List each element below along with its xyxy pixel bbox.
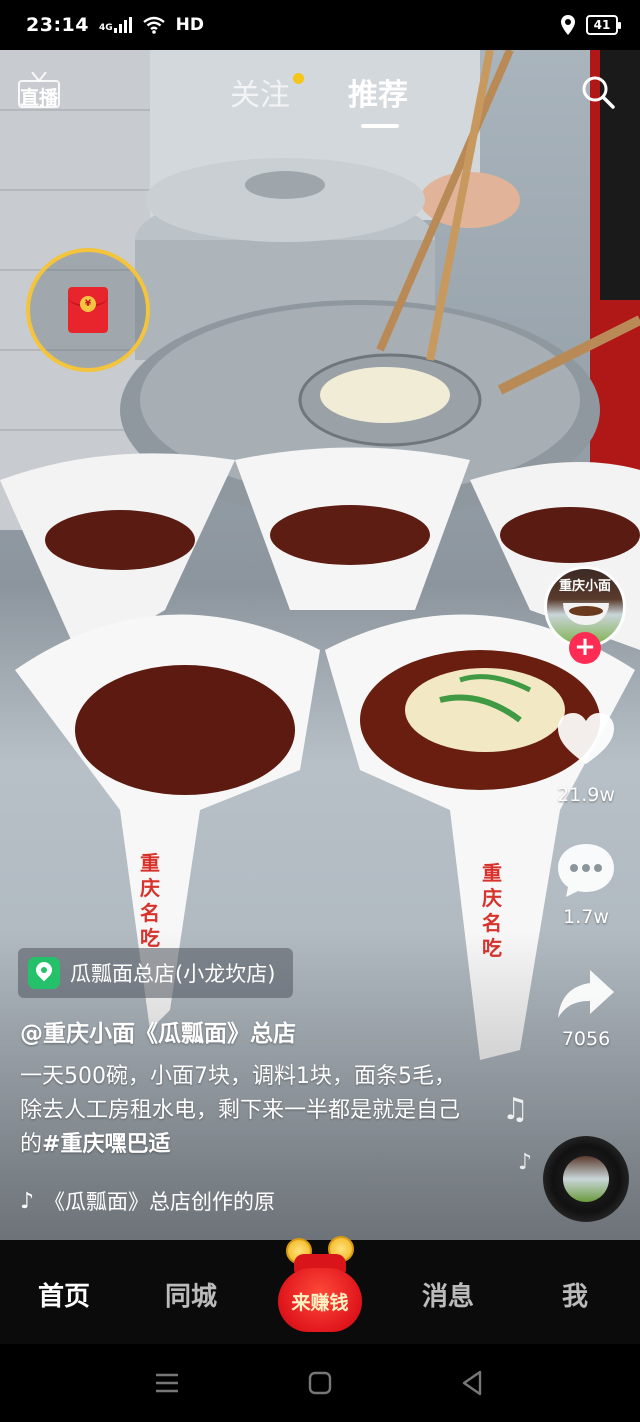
battery-icon: 41 (586, 15, 621, 35)
tab-nearby[interactable]: 同城 (165, 1276, 217, 1313)
share-icon[interactable] (556, 964, 616, 1024)
live-label: 直播 (20, 87, 59, 109)
bowl-text-left: 重 (140, 851, 160, 875)
network-indicator: 4G (99, 17, 132, 33)
author-name[interactable]: @重庆小面《瓜瓢面》总店 (20, 1014, 296, 1048)
music-cover-image (563, 1156, 609, 1202)
live-button[interactable]: 直播 (18, 72, 60, 112)
status-bar: 23:14 4G HD 41 (0, 0, 640, 50)
video-caption: 一天500碗，小面7块，调料1块，面条5毛，除去人工房租水电，剩下来一半都是就是… (20, 1060, 470, 1162)
back-icon[interactable] (458, 1368, 488, 1398)
music-title: 《瓜瓢面》总店创作的原 (44, 1190, 276, 1214)
home-square-icon[interactable] (305, 1368, 335, 1398)
svg-text:庆: 庆 (482, 886, 502, 910)
tab-home[interactable]: 首页 (38, 1276, 90, 1313)
earn-money-button[interactable]: 来赚钱 (272, 1236, 368, 1340)
tab-recommended[interactable]: 推荐 (348, 70, 408, 114)
red-envelope-icon: ¥ (68, 287, 108, 333)
system-navigation-bar (0, 1344, 640, 1422)
comment-count: 1.7w (563, 906, 609, 928)
svg-text:名: 名 (140, 901, 160, 925)
tab-following[interactable]: 关注 (230, 70, 304, 114)
tab-recommended-label: 推荐 (348, 78, 408, 113)
search-icon[interactable] (580, 74, 616, 110)
tab-me[interactable]: 我 (562, 1276, 588, 1313)
tiktok-note-icon: ♪ (20, 1188, 35, 1214)
location-pin-icon (28, 957, 60, 989)
music-info[interactable]: ♪ 《瓜瓢面》总店创作的原 (20, 1186, 364, 1216)
hd-indicator: HD (175, 15, 204, 35)
location-tag[interactable]: 瓜瓢面总店(小龙坎店) (18, 948, 294, 998)
avatar-bowl-image (563, 603, 609, 625)
status-time: 23:14 (26, 14, 89, 36)
svg-text:庆: 庆 (140, 876, 160, 900)
hashtag-link[interactable]: #重庆嘿巴适 (42, 1132, 170, 1157)
music-note-icon: ♫ (502, 1092, 529, 1127)
battery-level: 41 (593, 18, 611, 32)
avatar-text: 重庆小面 (558, 579, 611, 594)
network-type: 4G (98, 23, 113, 33)
active-tab-indicator (361, 124, 399, 128)
location-icon (561, 15, 575, 35)
top-navigation: 直播 关注 推荐 (0, 50, 640, 140)
wifi-icon (142, 16, 165, 34)
follow-button[interactable]: + (569, 632, 601, 664)
location-name: 瓜瓢面总店(小龙坎店) (70, 962, 276, 986)
menu-icon[interactable] (152, 1368, 182, 1398)
comment-icon[interactable] (556, 840, 616, 900)
svg-text:重: 重 (482, 861, 502, 885)
envelope-seal: ¥ (80, 296, 96, 312)
share-count: 7056 (561, 1028, 611, 1050)
earn-label: 来赚钱 (291, 1292, 349, 1314)
bottom-tab-bar: 首页 同城 来赚钱 消息 我 (0, 1236, 640, 1344)
tab-messages[interactable]: 消息 (422, 1276, 474, 1313)
music-note-small-icon: ♪ (518, 1150, 533, 1175)
music-disc-button[interactable] (543, 1136, 629, 1222)
like-count: 21.9w (557, 784, 615, 806)
signal-icon (113, 17, 132, 33)
new-content-dot (293, 73, 304, 84)
heart-icon[interactable] (556, 710, 616, 770)
tab-following-label: 关注 (230, 78, 290, 113)
red-packet-button[interactable]: ¥ (26, 248, 150, 372)
